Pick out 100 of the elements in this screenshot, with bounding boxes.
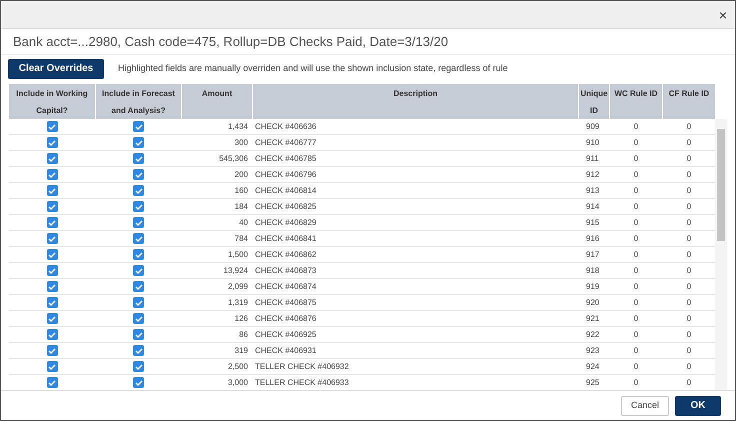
unique-id-cell: 925: [586, 378, 600, 386]
checkbox[interactable]: [46, 153, 58, 164]
unique-id-cell: 919: [586, 282, 600, 290]
description-cell: CHECK #406925: [255, 330, 316, 338]
checkbox[interactable]: [133, 249, 144, 260]
description-cell: CHECK #406873: [255, 266, 316, 274]
checkbox[interactable]: [133, 265, 144, 276]
wc-rule-cell: 0: [634, 170, 638, 178]
column-header: CF Rule ID: [663, 84, 715, 119]
checkbox[interactable]: [133, 169, 144, 180]
description-cell: CHECK #406796: [255, 170, 316, 178]
amount-cell: 2,500: [228, 362, 248, 370]
checkbox[interactable]: [46, 233, 58, 244]
close-button[interactable]: ×: [718, 8, 727, 22]
checkbox[interactable]: [46, 313, 58, 324]
checkbox[interactable]: [133, 153, 144, 164]
description-cell: CHECK #406876: [255, 314, 316, 322]
wc-rule-cell: 0: [634, 330, 638, 338]
checkbox[interactable]: [46, 137, 58, 148]
checkbox[interactable]: [133, 329, 144, 340]
amount-cell: 3,000: [228, 378, 248, 386]
checkbox[interactable]: [46, 169, 58, 180]
wc-rule-cell: 0: [634, 122, 638, 130]
unique-id-cell: 923: [586, 346, 600, 354]
description-cell: CHECK #406931: [255, 346, 316, 354]
checkbox[interactable]: [133, 297, 144, 308]
description-cell: CHECK #406636: [255, 122, 316, 130]
cf-rule-cell: 0: [686, 186, 692, 194]
checkbox[interactable]: [46, 297, 58, 308]
amount-cell: 200: [234, 170, 248, 178]
wc-rule-cell: 0: [634, 154, 638, 162]
wc-rule-cell: 0: [634, 266, 638, 274]
unique-id-cell: 916: [586, 234, 600, 242]
wc-rule-cell: 0: [634, 378, 638, 386]
checkbox[interactable]: [46, 185, 58, 196]
checkbox[interactable]: [133, 217, 144, 228]
cf-rule-cell: 0: [686, 362, 692, 370]
column-header: Include in Working Capital?: [9, 84, 95, 119]
unique-id-cell: 909: [586, 122, 600, 130]
cf-rule-cell: 0: [686, 298, 692, 306]
unique-id-cell: 911: [586, 154, 599, 162]
checkbox[interactable]: [46, 361, 58, 372]
checkbox[interactable]: [133, 361, 144, 372]
dialog-heading: Bank acct=...2980, Cash code=475, Rollup=DB Checks Paid, Date=3/13/20: [13, 32, 448, 51]
wc-rule-cell: 0: [634, 314, 638, 322]
description-cell: CHECK #406841: [255, 234, 316, 242]
description-cell: CHECK #406785: [255, 154, 316, 162]
unique-id-cell: 910: [586, 138, 600, 146]
cf-rule-cell: 0: [686, 346, 692, 354]
unique-id-cell: 921: [586, 314, 600, 322]
checkbox[interactable]: [46, 265, 58, 276]
wc-rule-cell: 0: [634, 186, 638, 194]
cf-rule-cell: 0: [686, 234, 692, 242]
unique-id-cell: 912: [586, 170, 600, 178]
cf-rule-cell: 0: [686, 138, 692, 146]
checkbox[interactable]: [133, 377, 144, 388]
scrollbar[interactable]: [715, 119, 727, 390]
description-cell: CHECK #406777: [255, 138, 316, 146]
checkbox[interactable]: [133, 281, 144, 292]
cf-rule-cell: 0: [686, 282, 692, 290]
amount-cell: 1,319: [228, 298, 248, 306]
checkbox[interactable]: [133, 201, 144, 212]
amount-cell: 86: [239, 330, 248, 338]
amount-cell: 126: [234, 314, 248, 322]
checkbox[interactable]: [46, 201, 58, 212]
description-cell: CHECK #406814: [255, 186, 316, 194]
checkbox[interactable]: [46, 217, 58, 228]
checkbox[interactable]: [46, 329, 58, 340]
checkbox[interactable]: [133, 233, 144, 244]
unique-id-cell: 920: [586, 298, 600, 306]
unique-id-cell: 918: [586, 266, 600, 274]
checkbox[interactable]: [46, 377, 58, 388]
amount-cell: 1,434: [228, 122, 248, 130]
description-cell: TELLER CHECK #406933: [255, 378, 349, 386]
cf-rule-cell: 0: [686, 378, 692, 386]
description-cell: CHECK #406825: [255, 202, 316, 210]
description-cell: CHECK #406862: [255, 250, 316, 258]
column-header: WC Rule ID: [610, 84, 662, 119]
unique-id-cell: 924: [586, 362, 600, 370]
checkbox[interactable]: [46, 345, 58, 356]
checkbox[interactable]: [133, 137, 144, 148]
amount-cell: 184: [234, 202, 248, 210]
column-header: Amount: [182, 84, 252, 119]
cf-rule-cell: 0: [686, 170, 692, 178]
checkbox[interactable]: [46, 281, 58, 292]
checkbox[interactable]: [133, 313, 144, 324]
checkbox[interactable]: [46, 121, 58, 132]
clear-overrides-button[interactable]: Clear Overrides: [8, 58, 104, 78]
amount-cell: 2,099: [228, 282, 248, 290]
wc-rule-cell: 0: [634, 346, 638, 354]
checkbox[interactable]: [46, 249, 58, 260]
ok-button[interactable]: OK: [675, 396, 721, 416]
unique-id-cell: 917: [586, 250, 600, 258]
checkbox[interactable]: [133, 121, 144, 132]
checkbox[interactable]: [133, 345, 144, 356]
checkbox[interactable]: [133, 185, 144, 196]
description-cell: CHECK #406875: [255, 298, 316, 306]
cf-rule-cell: 0: [686, 250, 692, 258]
amount-cell: 545,306: [219, 154, 248, 162]
cancel-button[interactable]: Cancel: [621, 396, 669, 416]
